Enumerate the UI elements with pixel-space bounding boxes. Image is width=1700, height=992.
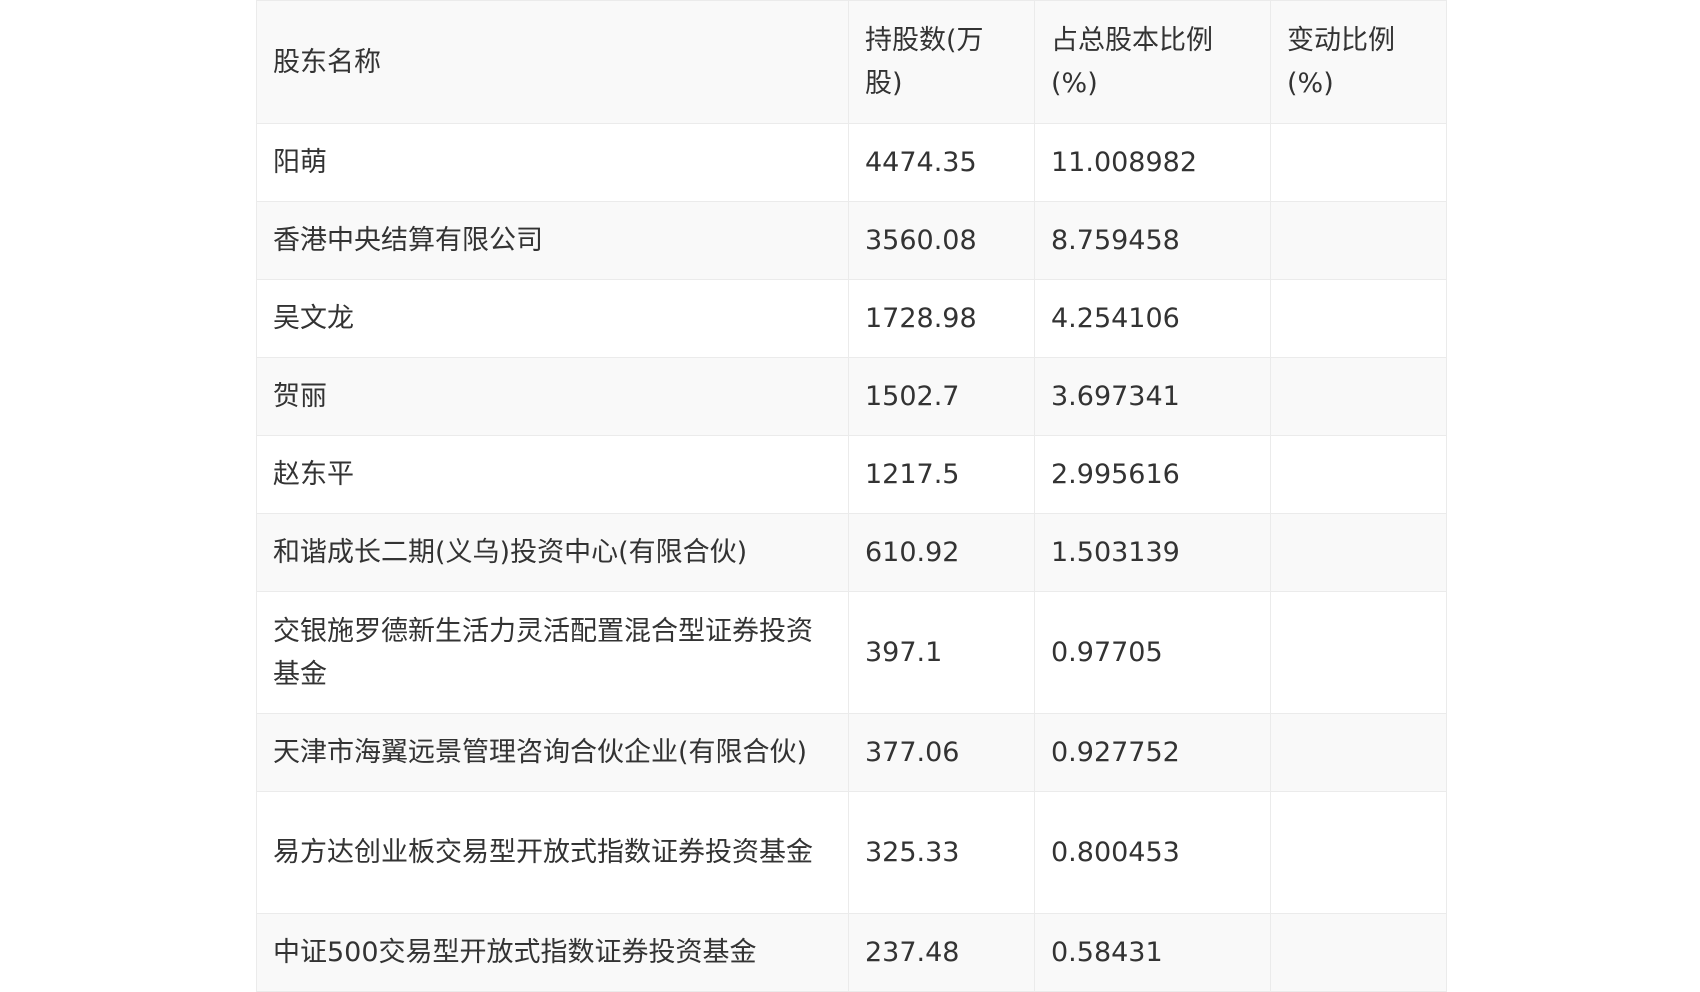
cell-change-ratio [1270,123,1447,202]
cell-shares: 3560.08 [848,201,1035,280]
header-shares: 持股数(万股) [848,0,1035,124]
table-row: 香港中央结算有限公司 3560.08 8.759458 [256,201,1447,280]
header-share-ratio: 占总股本比例(%) [1034,0,1271,124]
cell-change-ratio [1270,713,1447,792]
cell-share-ratio: 2.995616 [1034,435,1271,514]
table-row: 贺丽 1502.7 3.697341 [256,357,1447,436]
cell-share-ratio: 3.697341 [1034,357,1271,436]
cell-shareholder-name: 交银施罗德新生活力灵活配置混合型证券投资基金 [256,591,849,714]
cell-shareholder-name: 赵东平 [256,435,849,514]
cell-shareholder-name: 香港中央结算有限公司 [256,201,849,280]
header-change-ratio: 变动比例(%) [1270,0,1447,124]
cell-share-ratio: 1.503139 [1034,513,1271,592]
cell-shareholder-name: 吴文龙 [256,279,849,358]
cell-change-ratio [1270,591,1447,714]
cell-change-ratio [1270,279,1447,358]
cell-share-ratio: 4.254106 [1034,279,1271,358]
table-row: 赵东平 1217.5 2.995616 [256,435,1447,514]
cell-shares: 4474.35 [848,123,1035,202]
cell-share-ratio: 0.927752 [1034,713,1271,792]
cell-shareholder-name: 中证500交易型开放式指数证券投资基金 [256,913,849,992]
cell-shareholder-name: 贺丽 [256,357,849,436]
cell-shares: 1502.7 [848,357,1035,436]
cell-shares: 1728.98 [848,279,1035,358]
table-row: 天津市海翼远景管理咨询合伙企业(有限合伙) 377.06 0.927752 [256,713,1447,792]
cell-share-ratio: 8.759458 [1034,201,1271,280]
cell-shareholder-name: 和谐成长二期(义乌)投资中心(有限合伙) [256,513,849,592]
shareholder-table: 股东名称 持股数(万股) 占总股本比例(%) 变动比例(%) 阳萌 4474.3… [256,0,1447,992]
table-header: 股东名称 持股数(万股) 占总股本比例(%) 变动比例(%) [256,0,1447,124]
table-row: 吴文龙 1728.98 4.254106 [256,279,1447,358]
cell-shareholder-name: 阳萌 [256,123,849,202]
header-shareholder-name: 股东名称 [256,0,849,124]
cell-shares: 1217.5 [848,435,1035,514]
table-row: 交银施罗德新生活力灵活配置混合型证券投资基金 397.1 0.97705 [256,591,1447,714]
cell-shares: 325.33 [848,791,1035,914]
cell-shares: 610.92 [848,513,1035,592]
cell-shares: 377.06 [848,713,1035,792]
cell-shareholder-name: 易方达创业板交易型开放式指数证券投资基金 [256,791,849,914]
cell-change-ratio [1270,513,1447,592]
cell-shareholder-name: 天津市海翼远景管理咨询合伙企业(有限合伙) [256,713,849,792]
table-body: 阳萌 4474.35 11.008982 香港中央结算有限公司 3560.08 … [256,123,1447,992]
table-row: 阳萌 4474.35 11.008982 [256,123,1447,202]
cell-change-ratio [1270,201,1447,280]
cell-shares: 237.48 [848,913,1035,992]
cell-share-ratio: 11.008982 [1034,123,1271,202]
cell-shares: 397.1 [848,591,1035,714]
header-row: 股东名称 持股数(万股) 占总股本比例(%) 变动比例(%) [256,0,1447,124]
table-row: 中证500交易型开放式指数证券投资基金 237.48 0.58431 [256,913,1447,992]
cell-change-ratio [1270,435,1447,514]
table-row: 和谐成长二期(义乌)投资中心(有限合伙) 610.92 1.503139 [256,513,1447,592]
shareholder-table-container: 股东名称 持股数(万股) 占总股本比例(%) 变动比例(%) 阳萌 4474.3… [256,0,1447,992]
cell-share-ratio: 0.58431 [1034,913,1271,992]
cell-change-ratio [1270,913,1447,992]
cell-share-ratio: 0.97705 [1034,591,1271,714]
cell-change-ratio [1270,791,1447,914]
cell-change-ratio [1270,357,1447,436]
cell-share-ratio: 0.800453 [1034,791,1271,914]
table-row: 易方达创业板交易型开放式指数证券投资基金 325.33 0.800453 [256,791,1447,914]
